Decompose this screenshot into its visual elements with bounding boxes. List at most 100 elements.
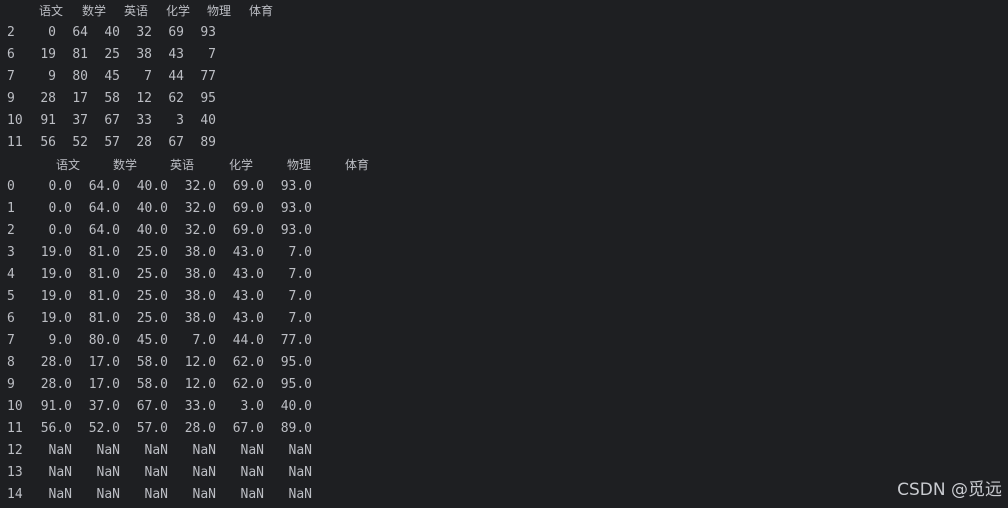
row-index: 5 [7,289,15,304]
table-cell: 43.0 [232,289,264,304]
table-cell: 77.0 [280,333,312,348]
table-cell: 40 [200,113,216,128]
console-output: 语文 数学 英语 化学 物理 体育 2 0 64 40 32 69 93 6 19 81 25 38 43 7 7 9 80… [0,0,1008,508]
table-cell: 58.0 [136,355,168,370]
table-cell: 64.0 [88,201,120,216]
table-cell: NaN [288,487,312,502]
table-cell: 7 [208,47,216,62]
table-cell: NaN [144,443,168,458]
table-cell: 25.0 [136,311,168,326]
row-index: 6 [7,311,15,326]
table-cell: 9.0 [48,333,72,348]
table-cell: 69.0 [232,223,264,238]
table-cell: 81.0 [88,245,120,260]
table-cell: 3.0 [240,399,264,414]
table-cell: 67.0 [232,421,264,436]
row-index: 6 [7,47,15,62]
table-cell: NaN [288,443,312,458]
table-cell: NaN [96,443,120,458]
table-cell: 33.0 [184,399,216,414]
table-cell: 40.0 [136,179,168,194]
table-cell: NaN [144,465,168,480]
column-header: 语文 [56,158,81,172]
row-index: 0 [7,179,15,194]
table-cell: 40.0 [136,223,168,238]
table-cell: 32.0 [184,223,216,238]
table-cell: 44.0 [232,333,264,348]
table-cell: 19.0 [40,267,72,282]
table-cell: NaN [96,487,120,502]
table-cell: NaN [240,443,264,458]
table-cell: NaN [48,465,72,480]
table-cell: NaN [288,465,312,480]
table-cell: 25.0 [136,267,168,282]
table-cell: 43.0 [232,311,264,326]
table-cell: 93 [200,25,216,40]
table-cell: 7.0 [288,311,312,326]
table-cell: 95 [200,91,216,106]
column-header: 数学 [113,158,138,172]
table-cell: 89 [200,135,216,150]
table-cell: 69.0 [232,179,264,194]
table-cell: 17.0 [88,355,120,370]
table-cell: 91.0 [40,399,72,414]
table-cell: 40.0 [136,201,168,216]
table-cell: 17.0 [88,377,120,392]
column-header: 数学 [82,4,107,18]
table-cell: 19.0 [40,311,72,326]
table-cell: 62.0 [232,355,264,370]
row-index: 9 [7,377,15,392]
row-index: 1 [7,201,15,216]
table-cell: 38.0 [184,289,216,304]
table-cell: 57.0 [136,421,168,436]
table-cell: 93.0 [280,201,312,216]
table-cell: 7.0 [288,289,312,304]
row-index: 8 [7,355,15,370]
table-cell: 19.0 [40,245,72,260]
row-index: 12 [7,443,23,458]
table-cell: 32.0 [184,179,216,194]
row-index: 11 [7,421,23,436]
table-cell: 0.0 [48,223,72,238]
table-cell: NaN [192,443,216,458]
table-cell: 38.0 [184,311,216,326]
table-cell: 28.0 [40,355,72,370]
row-index: 7 [7,69,15,84]
table-cell: 40.0 [280,399,312,414]
table-cell: NaN [192,465,216,480]
row-index: 9 [7,91,15,106]
row-index: 13 [7,465,23,480]
column-header: 体育 [249,4,274,18]
table-cell: 67.0 [136,399,168,414]
table-cell: 12.0 [184,377,216,392]
table-cell: 81.0 [88,311,120,326]
table-cell: 0.0 [48,201,72,216]
table-cell: 69.0 [232,201,264,216]
table-cell: 25.0 [136,245,168,260]
table-cell: 58.0 [136,377,168,392]
table-cell: 56.0 [40,421,72,436]
table-cell: 64.0 [88,179,120,194]
table-cell: 64.0 [88,223,120,238]
table-cell: 37.0 [88,399,120,414]
row-index: 4 [7,267,15,282]
table-cell: 93.0 [280,179,312,194]
table-cell: 81.0 [88,289,120,304]
table-cell: 93.0 [280,223,312,238]
table-cell: NaN [48,487,72,502]
table-cell: 95.0 [280,355,312,370]
table-cell: 12.0 [184,355,216,370]
table-cell: 28.0 [40,377,72,392]
column-header: 体育 [345,158,370,172]
csdn-watermark: CSDN @觅远 [897,480,1002,500]
table-cell: NaN [192,487,216,502]
table-cell: 89.0 [280,421,312,436]
table-cell: 7.0 [192,333,216,348]
column-header: 化学 [229,158,254,172]
table-cell: 77 [200,69,216,84]
table-cell: NaN [240,487,264,502]
column-header: 英语 [124,4,149,18]
table-cell: 0.0 [48,179,72,194]
row-index: 3 [7,245,15,260]
row-index: 7 [7,333,15,348]
